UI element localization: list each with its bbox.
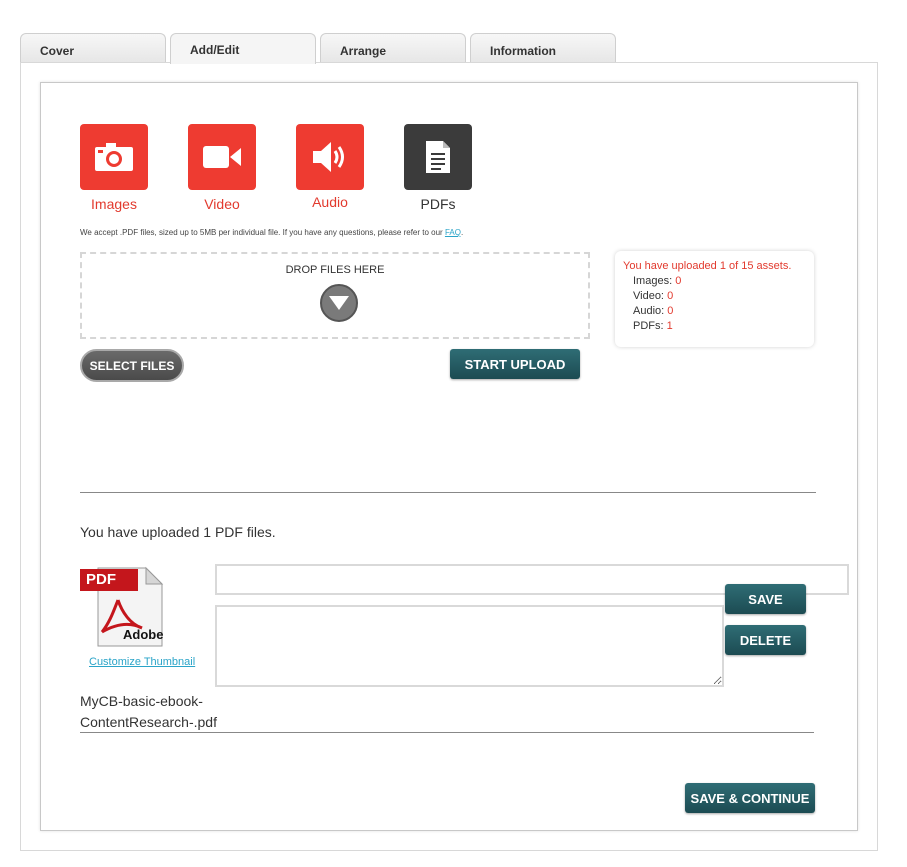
media-type-video[interactable]: Video xyxy=(188,124,256,212)
stats-row-images: Images: 0 xyxy=(623,274,814,289)
tab-label: Arrange xyxy=(340,44,387,58)
media-type-label: Images xyxy=(91,196,137,212)
select-files-button[interactable]: SELECT FILES xyxy=(80,349,184,382)
customize-thumbnail-link[interactable]: Customize Thumbnail xyxy=(89,656,195,668)
save-continue-button[interactable]: SAVE & CONTINUE xyxy=(685,783,815,813)
stats-row-audio: Audio: 0 xyxy=(623,304,814,319)
arrow-down-icon xyxy=(320,284,358,322)
tab-add-edit[interactable]: Add/Edit xyxy=(170,33,316,64)
media-type-pdfs[interactable]: PDFs xyxy=(404,124,472,212)
media-type-audio[interactable]: Audio xyxy=(296,124,364,210)
stats-row-pdfs: PDFs: 1 xyxy=(623,319,814,334)
stats-label: PDFs: xyxy=(633,320,664,332)
stats-value: 1 xyxy=(666,320,673,332)
delete-button[interactable]: DELETE xyxy=(725,625,806,655)
media-type-label: Video xyxy=(204,196,240,212)
start-upload-button[interactable]: START UPLOAD xyxy=(450,349,580,379)
video-camera-icon xyxy=(188,124,256,190)
stats-value: 0 xyxy=(667,305,674,317)
stats-row-video: Video: 0 xyxy=(623,289,814,304)
stats-label: Video: xyxy=(633,290,664,302)
media-type-label: PDFs xyxy=(420,196,456,212)
upload-stats-box: You have uploaded 1 of 15 assets. Images… xyxy=(615,251,814,347)
pdf-badge-label: PDF xyxy=(86,571,116,588)
pdf-thumbnail: PDF Adobe xyxy=(80,566,166,648)
file-description-input[interactable] xyxy=(215,605,724,687)
stats-headline: You have uploaded 1 of 15 assets. xyxy=(623,260,792,272)
accepted-files-note: We accept .PDF files, sized up to 5MB pe… xyxy=(80,228,463,237)
camera-icon xyxy=(80,124,148,190)
tab-arrange[interactable]: Arrange xyxy=(320,33,466,63)
tab-cover[interactable]: Cover xyxy=(20,33,166,63)
tab-label: Cover xyxy=(40,44,75,58)
stats-label: Audio: xyxy=(633,305,665,317)
note-text: We accept .PDF files, sized up to 5MB pe… xyxy=(80,228,445,237)
section-divider xyxy=(80,492,816,493)
file-name-line: ContentResearch-.pdf xyxy=(80,714,217,730)
stats-value: 0 xyxy=(675,275,682,287)
drop-zone-label: DROP FILES HERE xyxy=(285,264,385,276)
media-type-label: Audio xyxy=(312,194,348,210)
save-button[interactable]: SAVE xyxy=(725,584,806,614)
tab-label: Add/Edit xyxy=(190,43,240,57)
file-divider xyxy=(80,732,814,733)
tab-label: Information xyxy=(490,44,556,58)
media-type-images[interactable]: Images xyxy=(80,124,148,212)
speaker-icon xyxy=(296,124,364,190)
drop-zone[interactable]: DROP FILES HERE xyxy=(80,252,590,339)
file-name: MyCB-basic-ebook- ContentResearch-.pdf xyxy=(80,691,280,733)
file-name-line: MyCB-basic-ebook- xyxy=(80,693,203,709)
note-suffix: . xyxy=(460,228,464,237)
stats-value: 0 xyxy=(667,290,674,302)
adobe-label: Adobe xyxy=(123,627,164,642)
uploaded-summary: You have uploaded 1 PDF files. xyxy=(80,524,276,540)
stats-label: Images: xyxy=(633,275,673,287)
document-icon xyxy=(404,124,472,190)
faq-link[interactable]: FAQ xyxy=(445,228,461,237)
tab-information[interactable]: Information xyxy=(470,33,616,63)
